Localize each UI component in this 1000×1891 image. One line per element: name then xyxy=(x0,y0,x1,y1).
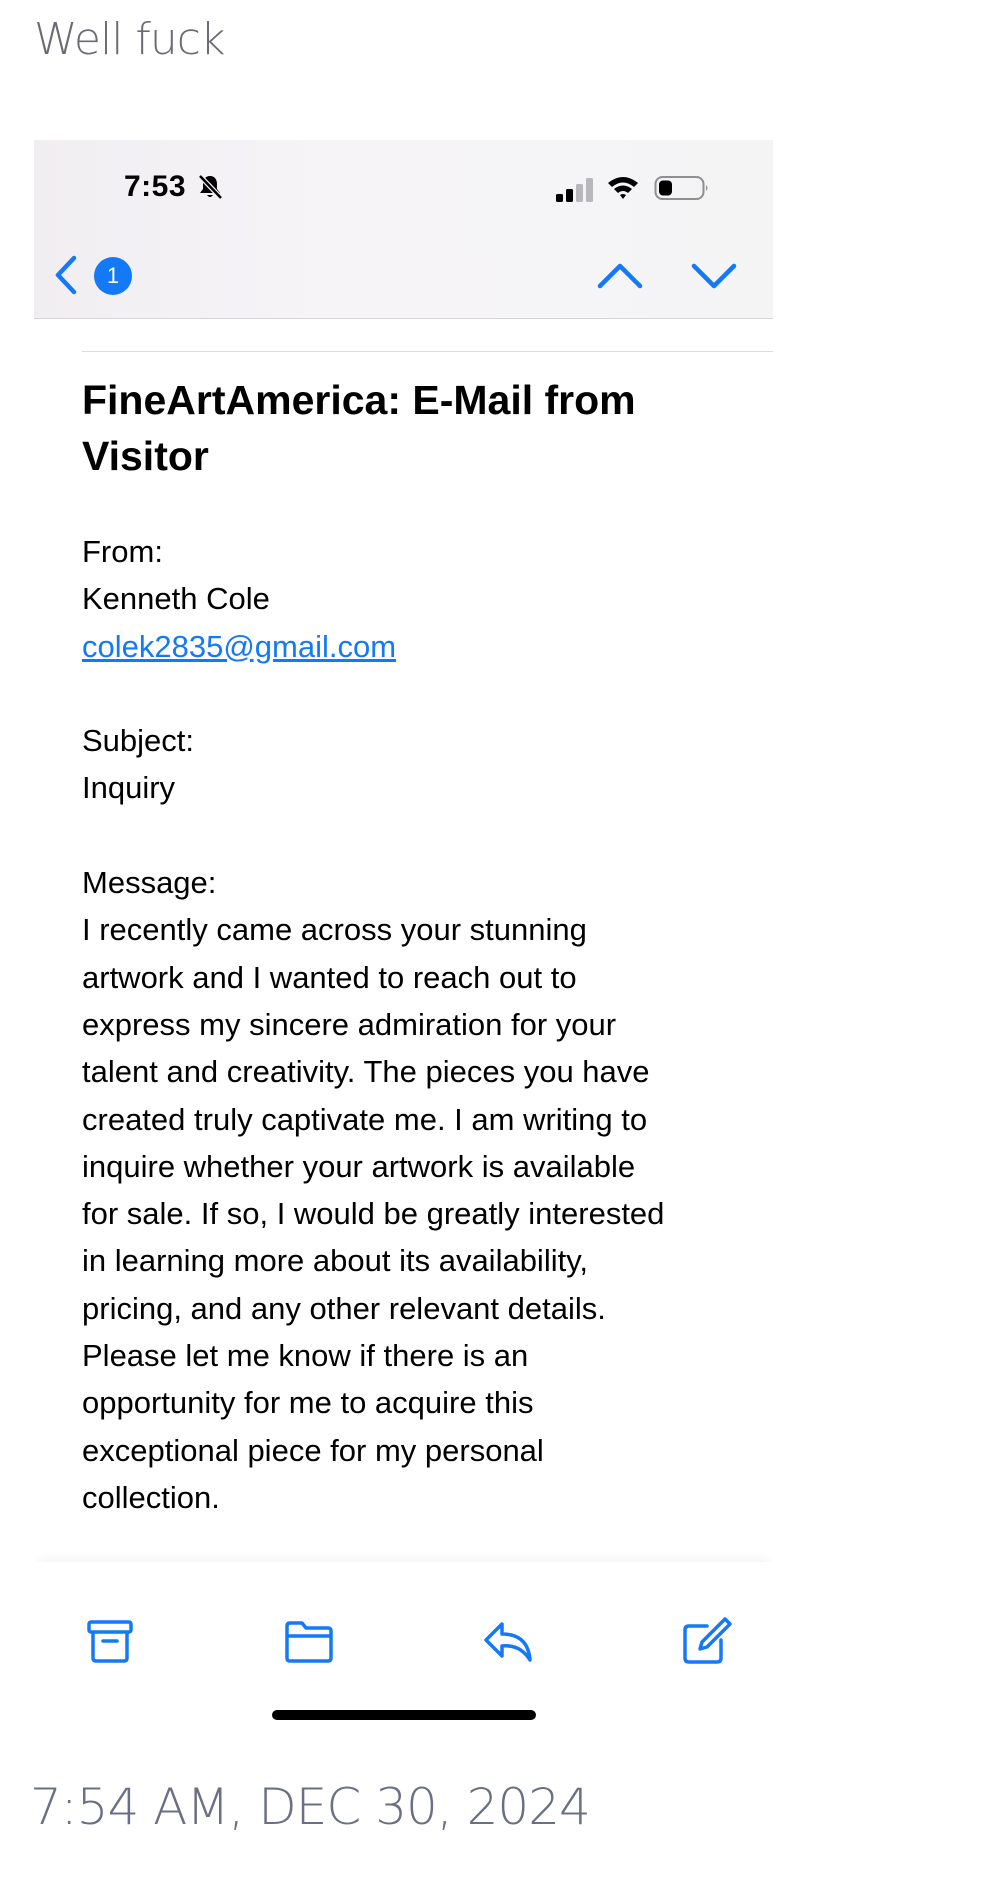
message-label: Message: xyxy=(82,865,217,901)
mail-header: 7:53 1 xyxy=(34,140,773,319)
message-line: pricing, and any other relevant details. xyxy=(82,1290,606,1326)
folder-icon[interactable] xyxy=(283,1616,335,1666)
message-line: I recently came across your stunning xyxy=(82,912,587,948)
wifi-icon xyxy=(608,177,638,199)
bottom-toolbar xyxy=(34,1562,773,1740)
message-line: talent and creativity. The pieces you ha… xyxy=(82,1054,650,1090)
chevron-left-icon[interactable] xyxy=(48,252,84,298)
email-subject-line: Visitor xyxy=(82,433,209,479)
post-title: Well fuck xyxy=(34,14,225,65)
chevron-down-icon[interactable] xyxy=(690,258,738,292)
reply-icon[interactable] xyxy=(482,1616,534,1666)
message-line: Please let me know if there is an xyxy=(82,1338,529,1374)
message-line: for sale. If so, I would be greatly inte… xyxy=(82,1196,665,1232)
message-line: created truly captivate me. I am writing… xyxy=(82,1101,648,1137)
message-line: opportunity for me to acquire this xyxy=(82,1385,534,1421)
from-email-link[interactable]: colek2835@gmail.com xyxy=(82,629,396,664)
battery-icon xyxy=(654,176,708,200)
email-subject: FineArtAmerica: E-Mail from Visitor xyxy=(82,372,722,484)
email-body: From: Kenneth Cole colek2835@gmail.com S… xyxy=(82,528,742,1521)
home-indicator xyxy=(272,1710,536,1720)
phone-screenshot: 7:53 1 FineArtAmerica: E-Mail from Visit… xyxy=(34,140,773,1740)
message-line: exceptional piece for my personal xyxy=(82,1432,544,1468)
divider xyxy=(82,351,773,352)
subject-value: Inquiry xyxy=(82,770,176,806)
status-time: 7:53 xyxy=(124,170,187,203)
from-name: Kenneth Cole xyxy=(82,581,270,617)
message-line: collection. xyxy=(82,1479,220,1515)
subject-label: Subject: xyxy=(82,723,195,759)
message-line: inquire whether your artwork is availabl… xyxy=(82,1148,636,1184)
email-subject-line: FineArtAmerica: E-Mail from xyxy=(82,377,636,423)
unread-badge: 1 xyxy=(94,257,132,295)
signal-icon xyxy=(556,178,593,202)
message-line: artwork and I wanted to reach out to xyxy=(82,959,577,995)
compose-icon[interactable] xyxy=(681,1616,733,1666)
archive-icon[interactable] xyxy=(84,1616,136,1666)
post-timestamp: 7:54 AM, DEC 30, 2024 xyxy=(30,1778,591,1836)
message-line: in learning more about its availability, xyxy=(82,1243,589,1279)
chevron-up-icon[interactable] xyxy=(596,258,644,292)
message-line: express my sincere admiration for your xyxy=(82,1006,617,1042)
bell-slash-icon xyxy=(198,174,223,200)
from-label: From: xyxy=(82,534,163,569)
